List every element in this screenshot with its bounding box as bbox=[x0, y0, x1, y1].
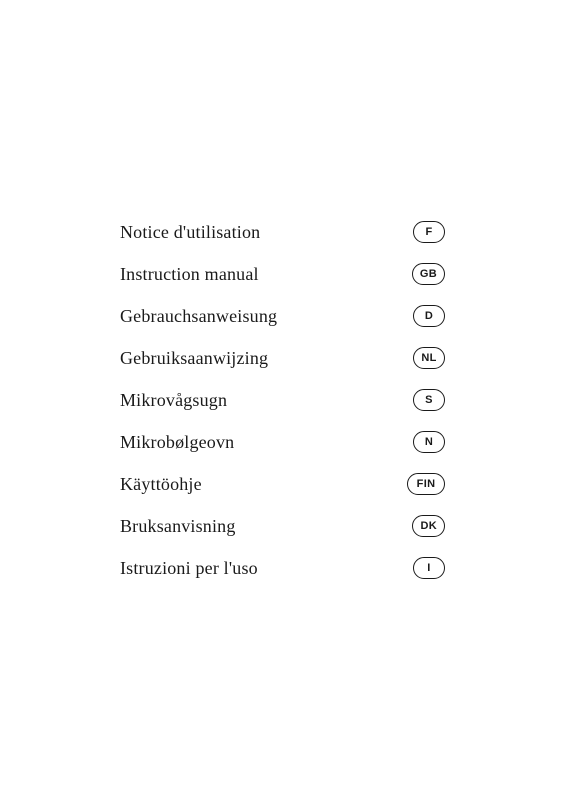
manual-label: Mikrovågsugn bbox=[120, 390, 227, 411]
language-badge: F bbox=[413, 221, 445, 243]
list-item: Mikrovågsugn S bbox=[120, 379, 445, 421]
manual-label: Istruzioni per l'uso bbox=[120, 558, 258, 579]
language-badge: N bbox=[413, 431, 445, 453]
list-item: Istruzioni per l'uso I bbox=[120, 547, 445, 589]
manual-list: Notice d'utilisation F Instruction manual G… bbox=[120, 211, 445, 589]
list-item: Käyttöohje FIN bbox=[120, 463, 445, 505]
manual-label: Instruction manual bbox=[120, 264, 259, 285]
language-badge: S bbox=[413, 389, 445, 411]
list-item: Bruksanvisning DK bbox=[120, 505, 445, 547]
language-badge: GB bbox=[412, 263, 445, 285]
manual-label: Mikrobølgeovn bbox=[120, 432, 234, 453]
manual-label: Käyttöohje bbox=[120, 474, 202, 495]
language-badge: FIN bbox=[407, 473, 445, 495]
language-badge: I bbox=[413, 557, 445, 579]
manual-label: Bruksanvisning bbox=[120, 516, 236, 537]
list-item: Mikrobølgeovn N bbox=[120, 421, 445, 463]
list-item: Instruction manual GB bbox=[120, 253, 445, 295]
language-badge: NL bbox=[413, 347, 445, 369]
list-item: Notice d'utilisation F bbox=[120, 211, 445, 253]
language-badge: DK bbox=[412, 515, 445, 537]
list-item: Gebrauchsanweisung D bbox=[120, 295, 445, 337]
language-badge: D bbox=[413, 305, 445, 327]
manual-label: Notice d'utilisation bbox=[120, 222, 260, 243]
list-item: Gebruiksaanwijzing NL bbox=[120, 337, 445, 379]
manual-label: Gebrauchsanweisung bbox=[120, 306, 277, 327]
manual-label: Gebruiksaanwijzing bbox=[120, 348, 268, 369]
page-container: Notice d'utilisation F Instruction manual G… bbox=[0, 0, 565, 800]
